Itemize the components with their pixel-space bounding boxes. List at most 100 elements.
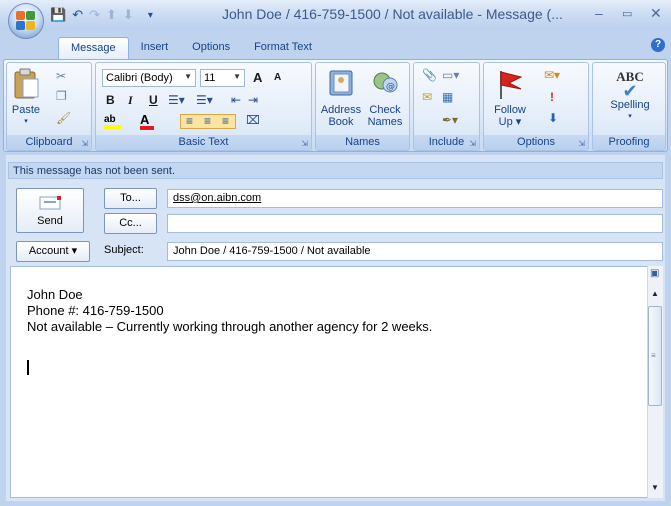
down-arrow-icon[interactable]: ⬇ (123, 7, 134, 23)
group-names: Address Book @ Check Names Names (315, 62, 410, 151)
include-launcher-icon[interactable]: ⇲ (469, 139, 476, 148)
account-button[interactable]: Account ▾ (16, 241, 90, 262)
window-title: John Doe / 416-759-1500 / Not available … (222, 6, 563, 22)
attach-file-icon[interactable]: 📎 (422, 68, 437, 82)
redo-icon[interactable]: ↷ (89, 7, 100, 23)
cc-button[interactable]: Cc... (104, 213, 157, 234)
undo-icon[interactable]: ↶ (72, 7, 83, 23)
options-launcher-icon[interactable]: ⇲ (578, 139, 585, 148)
quick-access-toolbar: 💾 ↶ ↷ ⬆ ⬇ ▾ (50, 5, 153, 25)
format-painter-icon[interactable]: 🖌 (56, 111, 71, 125)
flag-icon (500, 71, 523, 99)
basic-text-launcher-icon[interactable]: ⇲ (301, 139, 308, 148)
signature-icon[interactable]: ✒▾ (442, 113, 458, 127)
address-book-icon (329, 70, 353, 96)
to-button[interactable]: To... (104, 188, 157, 209)
business-card-icon[interactable]: ▭▾ (442, 68, 459, 82)
check-names-button[interactable]: @ Check Names (364, 67, 406, 135)
styles-icon[interactable]: ⌧ (246, 113, 260, 127)
tab-insert[interactable]: Insert (129, 37, 181, 59)
permission-icon[interactable]: ✉▾ (544, 68, 560, 82)
group-basic-text-label: Basic Text (96, 135, 311, 150)
grow-font-button[interactable]: A (253, 70, 262, 85)
grip-icon: ≡ (651, 351, 656, 360)
help-icon[interactable]: ? (651, 38, 665, 52)
paste-dropdown-icon[interactable]: ▾ (9, 116, 43, 128)
check-names-icon: @ (373, 72, 398, 93)
high-importance-icon[interactable]: ! (550, 90, 554, 104)
office-logo-icon (16, 11, 36, 31)
checkmark-icon: ✔ (622, 81, 638, 101)
font-size-combo[interactable]: 11 ▼ (200, 69, 245, 87)
spelling-button[interactable]: ABC ✔ Spelling ▾ (597, 67, 663, 135)
group-options-label: Options (484, 135, 588, 150)
highlight-button[interactable]: ab (104, 113, 134, 129)
group-clipboard: Paste ▾ ✂ ❐ 🖌 Clipboard ⇲ (6, 62, 92, 151)
scroll-down-icon[interactable]: ▼ (651, 483, 659, 492)
font-name-combo[interactable]: Calibri (Body) ▼ (102, 69, 196, 87)
clipboard-launcher-icon[interactable]: ⇲ (81, 139, 88, 148)
subject-label: Subject: (104, 244, 144, 256)
copy-icon[interactable]: ❐ (56, 89, 67, 103)
chevron-down-icon[interactable]: ▼ (233, 72, 241, 81)
calendar-icon[interactable]: ▦ (442, 90, 453, 104)
to-field[interactable]: dss@on.aibn.com (167, 189, 663, 208)
align-right-icon[interactable]: ≡ (222, 114, 229, 128)
cut-icon[interactable]: ✂ (56, 69, 66, 83)
up-arrow-icon[interactable]: ⬆ (106, 7, 117, 23)
body-line: Phone #: 416-759-1500 (27, 303, 164, 318)
svg-text:@: @ (386, 82, 395, 92)
office-button[interactable] (8, 3, 44, 39)
low-importance-icon[interactable]: ⬇ (548, 111, 558, 125)
ribbon: Paste ▾ ✂ ❐ 🖌 Clipboard ⇲ Calibri (Body)… (3, 59, 668, 152)
close-button[interactable]: ✕ (650, 5, 662, 22)
minimize-button[interactable]: – (595, 5, 603, 21)
body-line: Not available – Currently working throug… (27, 319, 433, 334)
address-book-button[interactable]: Address Book (320, 67, 362, 135)
title-bar: 💾 ↶ ↷ ⬆ ⬇ ▾ John Doe / 416-759-1500 / No… (0, 0, 671, 30)
qat-customize-icon[interactable]: ▾ (148, 10, 153, 21)
group-names-label: Names (316, 135, 409, 150)
group-proofing-label: Proofing (593, 135, 665, 150)
group-clipboard-label: Clipboard (7, 135, 91, 150)
attach-item-icon[interactable]: ✉ (422, 90, 432, 104)
info-bar: This message has not been sent. (8, 162, 663, 179)
align-center-icon[interactable]: ≡ (204, 114, 211, 128)
ruler-toggle-icon[interactable]: ▣ (650, 268, 659, 279)
group-basic-text: Calibri (Body) ▼ 11 ▼ A A B I U ☰▾ ☰▾ ⇤ … (95, 62, 312, 151)
tab-options[interactable]: Options (180, 37, 242, 59)
send-icon (39, 196, 61, 210)
underline-button[interactable]: U (149, 93, 158, 107)
ribbon-tabs: Message Insert Options Format Text (58, 37, 324, 59)
send-button[interactable]: Send (16, 188, 84, 233)
recipient-address[interactable]: dss@on.aibn.com (173, 192, 261, 204)
increase-indent-icon[interactable]: ⇥ (248, 93, 258, 107)
shrink-font-button[interactable]: A (274, 72, 281, 83)
paste-label: Paste (11, 104, 41, 116)
group-proofing: ABC ✔ Spelling ▾ Proofing (592, 62, 666, 151)
italic-button[interactable]: I (128, 93, 133, 108)
font-size-value: 11 (204, 72, 216, 84)
tab-format-text[interactable]: Format Text (242, 37, 324, 59)
follow-up-button[interactable]: Follow Up ▾ (488, 67, 532, 135)
text-caret (27, 360, 29, 375)
group-include: 📎 ▭▾ ✉ ▦ ✒▾ Include ⇲ (413, 62, 480, 151)
clipboard-icon (14, 68, 39, 99)
subject-field[interactable]: John Doe / 416-759-1500 / Not available (167, 242, 663, 261)
numbering-icon[interactable]: ☰▾ (196, 93, 213, 107)
scroll-up-icon[interactable]: ▲ (651, 289, 659, 298)
cc-field[interactable] (167, 214, 663, 233)
align-left-icon: ≡ (186, 114, 194, 128)
bold-button[interactable]: B (106, 93, 115, 107)
paste-button[interactable]: Paste ▾ (9, 65, 43, 135)
group-options: Follow Up ▾ ✉▾ ! ⬇ Options ⇲ (483, 62, 589, 151)
bullets-icon[interactable]: ☰▾ (168, 93, 185, 107)
font-color-button[interactable]: A (140, 112, 164, 130)
chevron-down-icon[interactable]: ▼ (184, 72, 192, 81)
save-icon[interactable]: 💾 (50, 7, 66, 23)
maximize-button[interactable]: ▭ (622, 7, 632, 20)
decrease-indent-icon[interactable]: ⇤ (231, 93, 241, 107)
message-body-text: John Doe Phone #: 416-759-1500 Not avail… (27, 287, 432, 335)
tab-message[interactable]: Message (58, 37, 129, 59)
body-line: John Doe (27, 287, 83, 302)
